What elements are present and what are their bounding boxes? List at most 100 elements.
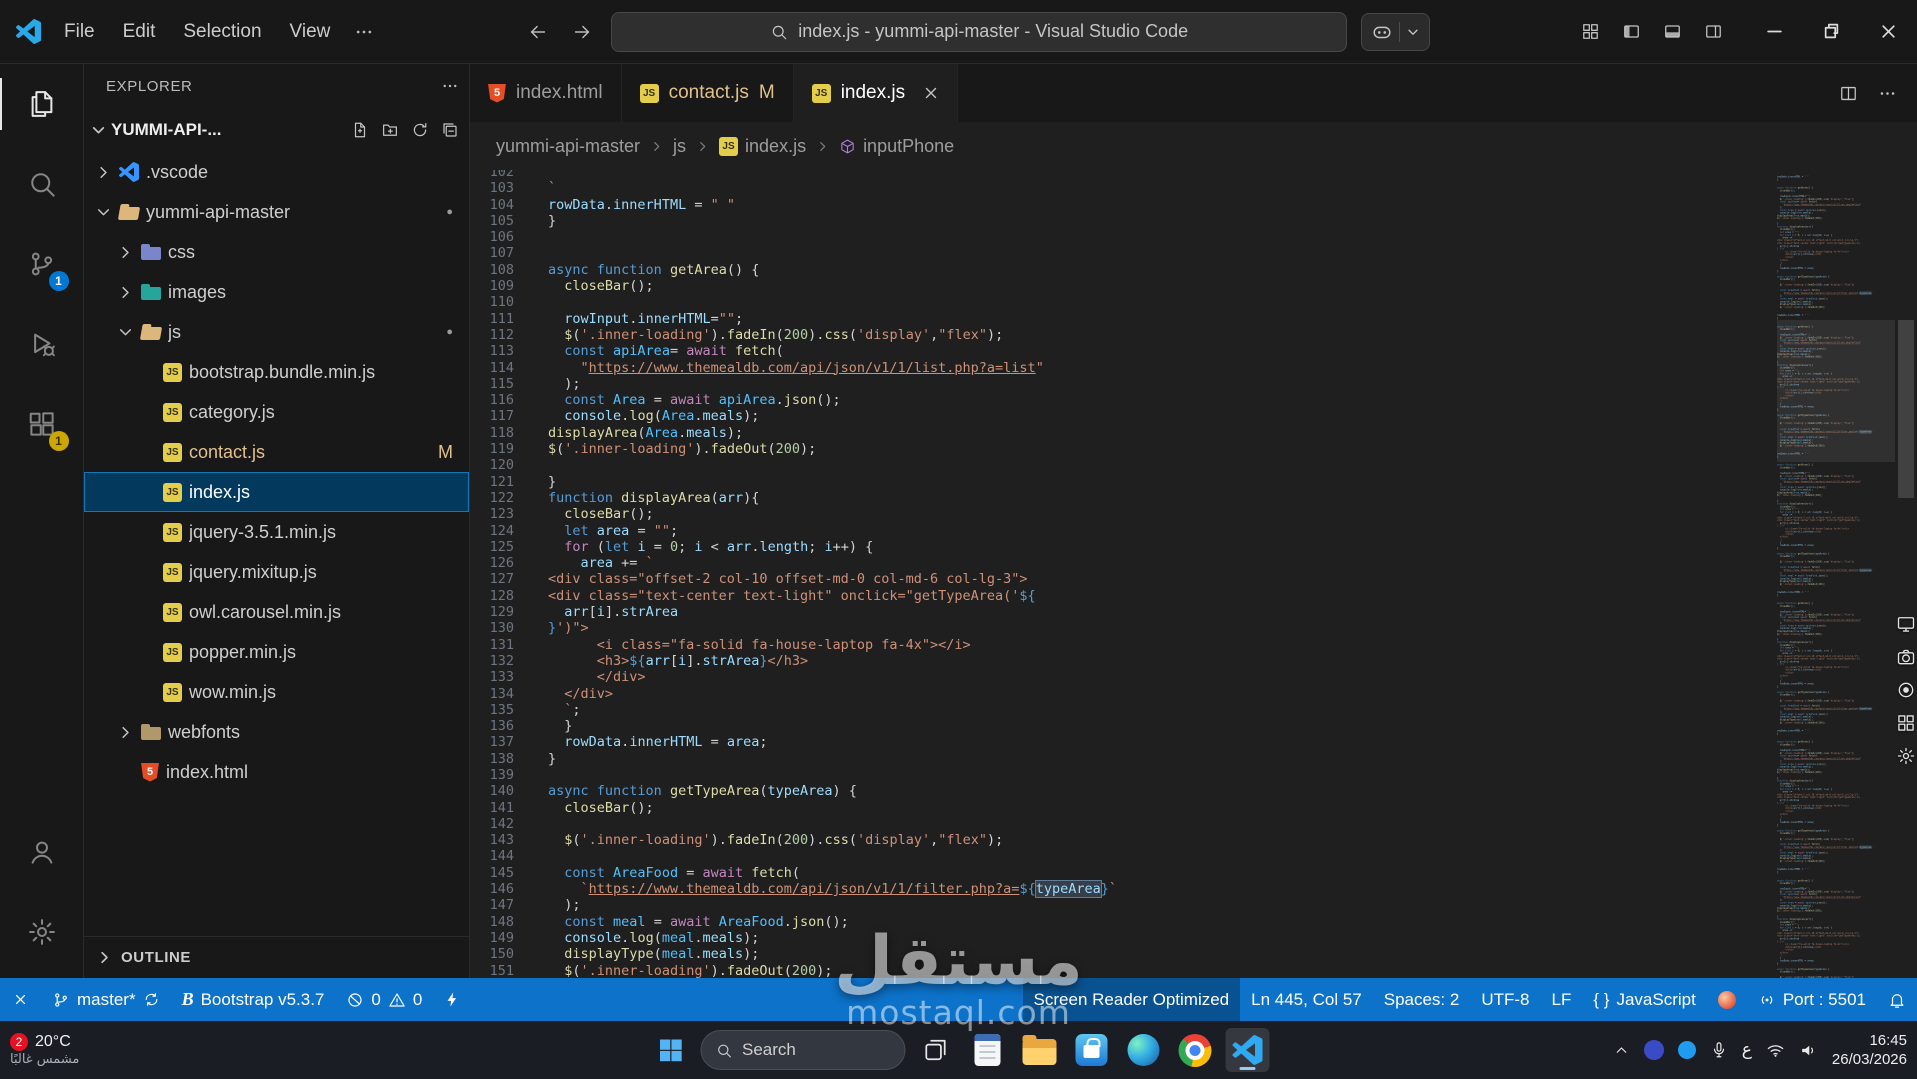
code-line[interactable]: 125 for (let i = 0; i < arr.length; i++)… xyxy=(470,539,1775,555)
new-folder-icon[interactable] xyxy=(381,121,399,139)
problems-status[interactable]: 0 0 xyxy=(335,978,433,1021)
code-line[interactable]: 135 `; xyxy=(470,702,1775,718)
tray-app-icon-2[interactable] xyxy=(1677,1041,1696,1059)
code-line[interactable]: 103 ` xyxy=(470,180,1775,196)
screen-share-icon[interactable] xyxy=(1896,614,1916,634)
collapse-all-icon[interactable] xyxy=(441,121,459,139)
volume-icon[interactable] xyxy=(1799,1041,1818,1060)
code-line[interactable]: 128 <div class="text-center text-light" o… xyxy=(470,588,1775,604)
code-lines[interactable]: 102 103 ` 104 rowData.innerHTML = " " 105} 106… xyxy=(470,170,1775,978)
tree-item-js[interactable]: js ● xyxy=(84,312,469,352)
tab-index.js[interactable]: JS index.js xyxy=(793,64,959,122)
activity-extensions[interactable]: 1 xyxy=(0,384,84,464)
camera-icon[interactable] xyxy=(1896,647,1916,667)
chrome-icon[interactable] xyxy=(1173,1028,1217,1072)
code-line[interactable]: 130}')"> xyxy=(470,620,1775,636)
code-line[interactable]: 148 const meal = await AreaFood.json(); xyxy=(470,914,1775,930)
code-line[interactable]: 138} xyxy=(470,751,1775,767)
code-line[interactable]: 106 xyxy=(470,229,1775,245)
editor[interactable]: 102 103 ` 104 rowData.innerHTML = " " 105} 106… xyxy=(470,170,1917,978)
microphone-icon[interactable] xyxy=(1710,1041,1728,1059)
wifi-icon[interactable] xyxy=(1766,1041,1785,1060)
activity-explorer[interactable] xyxy=(0,64,84,144)
code-line[interactable]: 109 closeBar(); xyxy=(470,278,1775,294)
code-line[interactable]: 107 xyxy=(470,245,1775,261)
hidden-icons-chevron[interactable] xyxy=(1613,1042,1630,1059)
cursor-position-status[interactable]: Ln 445, Col 57 xyxy=(1240,978,1373,1021)
minimap-slider[interactable] xyxy=(1777,320,1895,462)
code-line[interactable]: 142 xyxy=(470,816,1775,832)
refresh-icon[interactable] xyxy=(411,121,429,139)
language-indicator[interactable]: ع xyxy=(1742,1040,1752,1060)
code-line[interactable]: 124 let area = ""; xyxy=(470,523,1775,539)
code-line[interactable]: 110 xyxy=(470,294,1775,310)
code-line[interactable]: 129 arr[i].strArea xyxy=(470,604,1775,620)
chevron-down-icon[interactable] xyxy=(1406,25,1420,39)
tree-item-contact.js[interactable]: JS contact.js M xyxy=(84,432,469,472)
code-line[interactable]: 132 <h3>${arr[i].strArea}</h3> xyxy=(470,653,1775,669)
code-line[interactable]: 123 closeBar(); xyxy=(470,506,1775,522)
close-button[interactable] xyxy=(1860,0,1917,64)
code-line[interactable]: 113 const apiArea= await fetch( xyxy=(470,343,1775,359)
tab-index.html[interactable]: 5 index.html xyxy=(470,64,622,122)
breadcrumb-item-inputPhone[interactable]: inputPhone xyxy=(839,136,954,157)
code-line[interactable]: 111 rowInput.innerHTML=""; xyxy=(470,311,1775,327)
vscode-taskbar-icon[interactable] xyxy=(1225,1028,1269,1072)
code-line[interactable]: 120 xyxy=(470,457,1775,473)
code-line[interactable]: 133 </div> xyxy=(470,669,1775,685)
tree-item-index.html[interactable]: 5 index.html xyxy=(84,752,469,792)
weather-widget[interactable]: 2 20°C مشمس غالبًا xyxy=(0,1021,95,1079)
forward-button[interactable] xyxy=(567,17,597,47)
code-line[interactable]: 116 const Area = await apiArea.json(); xyxy=(470,392,1775,408)
tree-item-jquery-3.5.1.min.js[interactable]: JS jquery-3.5.1.min.js xyxy=(84,512,469,552)
copilot-button[interactable] xyxy=(1361,12,1431,51)
tree-item-.vscode[interactable]: .vscode xyxy=(84,152,469,192)
language-status[interactable]: { } JavaScript xyxy=(1582,978,1706,1021)
eol-status[interactable]: LF xyxy=(1541,978,1583,1021)
code-line[interactable]: 127 <div class="offset-2 col-10 offset-md… xyxy=(470,571,1775,587)
notepad-icon[interactable] xyxy=(965,1028,1009,1072)
tree-item-bootstrap.bundle.min.js[interactable]: JS bootstrap.bundle.min.js xyxy=(84,352,469,392)
code-line[interactable]: 145 const AreaFood = await fetch( xyxy=(470,865,1775,881)
code-line[interactable]: 118 displayArea(Area.meals); xyxy=(470,425,1775,441)
activity-search[interactable] xyxy=(0,144,84,224)
clock[interactable]: 16:45 26/03/2026 xyxy=(1832,1031,1907,1070)
outline-section[interactable]: OUTLINE xyxy=(84,936,469,978)
tree-item-index.js[interactable]: JS index.js xyxy=(84,472,469,512)
toggle-panel-icon[interactable] xyxy=(1652,14,1693,49)
gear-icon[interactable] xyxy=(1896,746,1916,766)
start-button[interactable] xyxy=(648,1028,692,1072)
restore-button[interactable] xyxy=(1803,0,1860,64)
menu-file[interactable]: File xyxy=(51,16,108,48)
code-line[interactable]: 126 area += ` xyxy=(470,555,1775,571)
screen-reader-status[interactable]: Screen Reader Optimized xyxy=(1022,978,1241,1021)
minimap[interactable]: ` rowData.innerHTML = " "} async function … xyxy=(1777,170,1895,978)
tree-item-images[interactable]: images xyxy=(84,272,469,312)
encoding-status[interactable]: UTF-8 xyxy=(1470,978,1540,1021)
code-line[interactable]: 112 $('.inner-loading').fadeIn(200).css(… xyxy=(470,327,1775,343)
settings-gear-button[interactable] xyxy=(0,892,84,972)
code-line[interactable]: 136 } xyxy=(470,718,1775,734)
task-view-button[interactable] xyxy=(913,1028,957,1072)
record-icon[interactable] xyxy=(1896,680,1916,700)
file-explorer-icon[interactable] xyxy=(1017,1028,1061,1072)
activity-run-debug[interactable] xyxy=(0,304,84,384)
tray-app-icon-1[interactable] xyxy=(1643,1040,1664,1060)
menu-edit[interactable]: Edit xyxy=(110,16,169,48)
code-line[interactable]: 151 $('.inner-loading').fadeOut(200); xyxy=(470,963,1775,978)
taskbar-search[interactable]: Search xyxy=(700,1030,905,1070)
menu-view[interactable]: View xyxy=(277,16,344,48)
bootstrap-status[interactable]: B Bootstrap v5.3.7 xyxy=(171,978,336,1021)
code-line[interactable]: 141 closeBar(); xyxy=(470,800,1775,816)
notifications-bell[interactable] xyxy=(1877,978,1917,1021)
code-line[interactable]: 104 rowData.innerHTML = " " xyxy=(470,197,1775,213)
code-line[interactable]: 105} xyxy=(470,213,1775,229)
live-server-port-status[interactable]: Port : 5501 xyxy=(1747,978,1877,1021)
toggle-primary-sidebar-icon[interactable] xyxy=(1611,14,1652,49)
activity-source-control[interactable]: 1 xyxy=(0,224,84,304)
code-line[interactable]: 147 ); xyxy=(470,897,1775,913)
code-line[interactable]: 149 console.log(meal.meals); xyxy=(470,930,1775,946)
code-line[interactable]: 140 async function getTypeArea(typeArea) … xyxy=(470,783,1775,799)
code-line[interactable]: 122 function displayArea(arr){ xyxy=(470,490,1775,506)
code-line[interactable]: 144 xyxy=(470,848,1775,864)
